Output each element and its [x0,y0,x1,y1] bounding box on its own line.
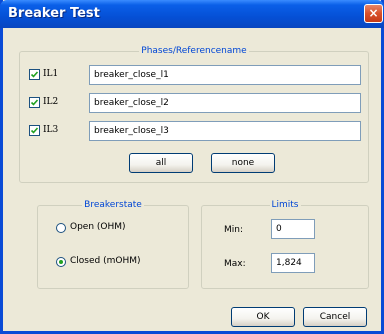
il3-checkbox[interactable] [29,125,40,136]
il3-label: IL3 [43,125,59,135]
phase-row-il3: IL3 breaker_close_l3 [29,121,361,143]
phase-row-il1: IL1 breaker_close_l1 [29,65,361,87]
max-label: Max: [224,259,246,269]
checkmark-icon [30,127,39,134]
ok-button[interactable]: OK [231,307,295,327]
il2-reference-input[interactable]: breaker_close_l2 [89,93,361,113]
max-input[interactable]: 1,824 [271,253,315,273]
all-button[interactable]: all [129,153,193,173]
none-button[interactable]: none [211,153,275,173]
breaker-test-dialog: Breaker Test × Phases/Referencename IL1 … [0,0,384,334]
min-label: Min: [224,225,244,235]
title-bar[interactable]: Breaker Test × [0,0,384,28]
limits-group: Limits [201,200,369,289]
open-ohm-radio[interactable] [56,223,66,233]
checkmark-icon [30,71,39,78]
cancel-button[interactable]: Cancel [303,307,367,327]
il2-label: IL2 [43,97,59,107]
checkmark-icon [30,99,39,106]
min-input[interactable]: 0 [271,219,315,239]
il1-reference-input[interactable]: breaker_close_l1 [89,65,361,85]
phases-group-title: Phases/Referencename [139,46,249,56]
radio-selected-dot [59,260,63,264]
il1-label: IL1 [43,69,59,79]
phase-row-il2: IL2 breaker_close_l2 [29,93,361,115]
il2-checkbox[interactable] [29,97,40,108]
open-ohm-label: Open (OHM) [70,222,126,232]
il3-reference-input[interactable]: breaker_close_l3 [89,121,361,141]
closed-mohm-label: Closed (mOHM) [70,256,141,266]
close-icon: × [368,6,379,20]
close-button[interactable]: × [364,4,383,23]
il1-checkbox[interactable] [29,69,40,80]
breakerstate-group-title: Breakerstate [82,200,144,210]
limits-group-title: Limits [269,200,301,210]
window-title: Breaker Test [8,6,100,21]
breakerstate-group: Breakerstate [37,200,189,289]
closed-mohm-radio[interactable] [56,257,66,267]
